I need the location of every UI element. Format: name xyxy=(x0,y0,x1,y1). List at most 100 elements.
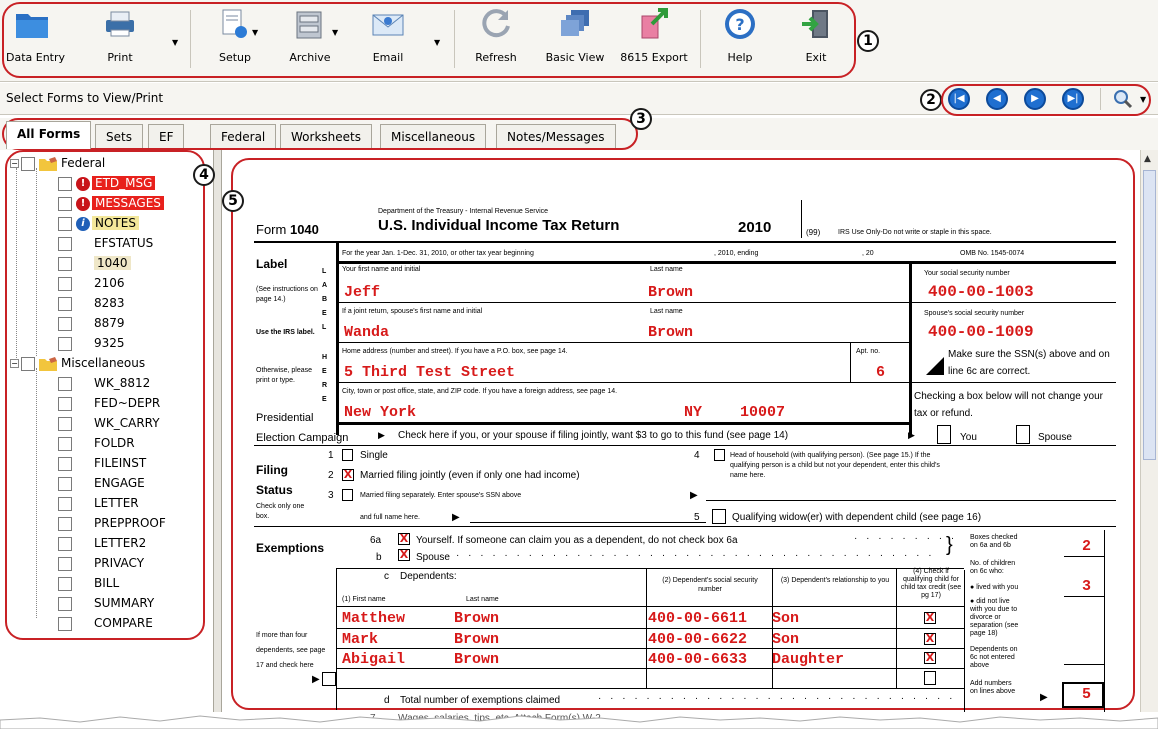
last-name-value[interactable]: Brown xyxy=(648,284,693,301)
tree-checkbox[interactable] xyxy=(58,216,72,231)
dependent-relationship[interactable]: Son xyxy=(772,610,799,627)
dependent-last-name[interactable]: Brown xyxy=(454,610,499,627)
dependent-first-name[interactable]: Abigail xyxy=(342,651,405,668)
tree-item-8879[interactable]: 8879 xyxy=(58,314,125,334)
tree-checkbox[interactable] xyxy=(58,416,72,431)
tree-item-8283[interactable]: 8283 xyxy=(58,294,125,314)
tree-item-efstatus[interactable]: EFSTATUS xyxy=(58,234,153,254)
child-credit-checkbox[interactable]: X xyxy=(924,612,936,624)
tree-checkbox[interactable] xyxy=(21,156,35,171)
you-checkbox[interactable] xyxy=(937,425,951,444)
dependent-last-name[interactable]: Brown xyxy=(454,651,499,668)
tree-checkbox[interactable] xyxy=(58,196,72,211)
tab-all-forms[interactable]: All Forms xyxy=(6,121,92,149)
tree-checkbox[interactable] xyxy=(58,556,72,571)
vertical-scrollbar[interactable]: ▲ xyxy=(1140,150,1158,729)
tree-checkbox[interactable] xyxy=(58,376,72,391)
scroll-up-icon[interactable]: ▲ xyxy=(1144,154,1151,164)
tree-node-miscellaneous[interactable]: − Miscellaneous xyxy=(10,354,145,374)
tree-checkbox[interactable] xyxy=(58,576,72,591)
collapse-icon[interactable]: − xyxy=(10,159,19,168)
child-credit-checkbox-empty[interactable] xyxy=(924,671,936,685)
child-credit-checkbox[interactable]: X xyxy=(924,652,936,664)
tree-item[interactable]: FED~DEPR xyxy=(58,394,160,414)
single-checkbox[interactable] xyxy=(342,449,353,461)
tree-item[interactable]: WK_8812 xyxy=(58,374,150,394)
first-page-icon[interactable]: |◀ xyxy=(948,88,970,110)
spouse-ssn-value[interactable]: 400-00-1009 xyxy=(928,323,1034,341)
tree-checkbox[interactable] xyxy=(58,516,72,531)
tree-checkbox[interactable] xyxy=(58,236,72,251)
city-value[interactable]: New York xyxy=(344,404,416,421)
tab-notes-messages[interactable]: Notes/Messages xyxy=(496,124,616,148)
spouse-first-value[interactable]: Wanda xyxy=(344,324,389,341)
pane-splitter[interactable] xyxy=(214,150,222,729)
tree-item-1040[interactable]: 1040 xyxy=(58,254,131,274)
scrollbar-thumb[interactable] xyxy=(1143,170,1156,460)
tree-checkbox[interactable] xyxy=(58,536,72,551)
tree-item[interactable]: BILL xyxy=(58,574,119,594)
boxes-checked-value[interactable]: 2 xyxy=(1082,538,1091,555)
state-value[interactable]: NY xyxy=(684,404,702,421)
yourself-checkbox[interactable]: X xyxy=(398,533,410,545)
child-credit-checkbox[interactable]: X xyxy=(924,633,936,645)
head-household-checkbox[interactable] xyxy=(714,449,725,461)
spouse-checkbox[interactable] xyxy=(1016,425,1030,444)
tree-checkbox[interactable] xyxy=(58,616,72,631)
qualifying-widow-checkbox[interactable] xyxy=(712,509,726,524)
tree-item-9325[interactable]: 9325 xyxy=(58,334,125,354)
tab-worksheets[interactable]: Worksheets xyxy=(280,124,372,148)
tree-node-federal[interactable]: − Federal xyxy=(10,154,105,174)
dependent-first-name[interactable]: Mark xyxy=(342,631,378,648)
tree-item[interactable]: ENGAGE xyxy=(58,474,145,494)
tree-checkbox[interactable] xyxy=(58,496,72,511)
tree-item[interactable]: FOLDR xyxy=(58,434,135,454)
tree-item-messages[interactable]: ! MESSAGES xyxy=(58,194,164,214)
tab-sets[interactable]: Sets xyxy=(95,124,143,148)
tree-item[interactable]: COMPARE xyxy=(58,614,153,634)
dependent-ssn[interactable]: 400-00-6611 xyxy=(648,610,747,627)
zoom-dropdown-icon[interactable]: ▼ xyxy=(1140,95,1146,104)
tree-checkbox[interactable] xyxy=(58,316,72,331)
tab-federal[interactable]: Federal xyxy=(210,124,277,148)
dependent-relationship[interactable]: Son xyxy=(772,631,799,648)
tree-item[interactable]: PREPPROOF xyxy=(58,514,166,534)
married-joint-checkbox[interactable]: X xyxy=(342,469,354,481)
previous-page-icon[interactable]: ◀ xyxy=(986,88,1008,110)
tree-item-etd-msg[interactable]: ! ETD_MSG xyxy=(58,174,156,194)
dependent-first-name[interactable]: Matthew xyxy=(342,610,405,627)
tree-checkbox[interactable] xyxy=(58,176,72,191)
tab-ef[interactable]: EF xyxy=(148,124,185,148)
ssn-value[interactable]: 400-00-1003 xyxy=(928,283,1034,301)
tree-item[interactable]: FILEINST xyxy=(58,454,146,474)
last-page-icon[interactable]: ▶| xyxy=(1062,88,1084,110)
tree-checkbox[interactable] xyxy=(58,396,72,411)
tree-checkbox[interactable] xyxy=(58,596,72,611)
dependent-last-name[interactable]: Brown xyxy=(454,631,499,648)
dependent-relationship[interactable]: Daughter xyxy=(772,651,844,668)
spouse-last-value[interactable]: Brown xyxy=(648,324,693,341)
dependent-ssn[interactable]: 400-00-6633 xyxy=(648,651,747,668)
total-value[interactable]: 5 xyxy=(1082,686,1091,703)
tree-item[interactable]: PRIVACY xyxy=(58,554,144,574)
tree-checkbox[interactable] xyxy=(58,336,72,351)
address-value[interactable]: 5 Third Test Street xyxy=(344,364,515,381)
tree-item[interactable]: SUMMARY xyxy=(58,594,154,614)
tree-item[interactable]: LETTER xyxy=(58,494,139,514)
apt-value[interactable]: 6 xyxy=(876,364,885,381)
spouse-exemption-checkbox[interactable]: X xyxy=(398,549,410,561)
more-dependents-checkbox[interactable] xyxy=(322,672,336,686)
tree-checkbox[interactable] xyxy=(58,456,72,471)
tree-item-notes[interactable]: i NOTES xyxy=(58,214,139,234)
tree-item[interactable]: LETTER2 xyxy=(58,534,146,554)
tree-checkbox[interactable] xyxy=(58,296,72,311)
married-separate-checkbox[interactable] xyxy=(342,489,353,501)
zoom-icon[interactable] xyxy=(1112,88,1138,110)
tree-checkbox[interactable] xyxy=(58,256,72,271)
tree-checkbox[interactable] xyxy=(58,476,72,491)
tree-checkbox[interactable] xyxy=(21,356,35,371)
tree-checkbox[interactable] xyxy=(58,276,72,291)
next-page-icon[interactable]: ▶ xyxy=(1024,88,1046,110)
tree-item-2106[interactable]: 2106 xyxy=(58,274,125,294)
zip-value[interactable]: 10007 xyxy=(740,404,785,421)
